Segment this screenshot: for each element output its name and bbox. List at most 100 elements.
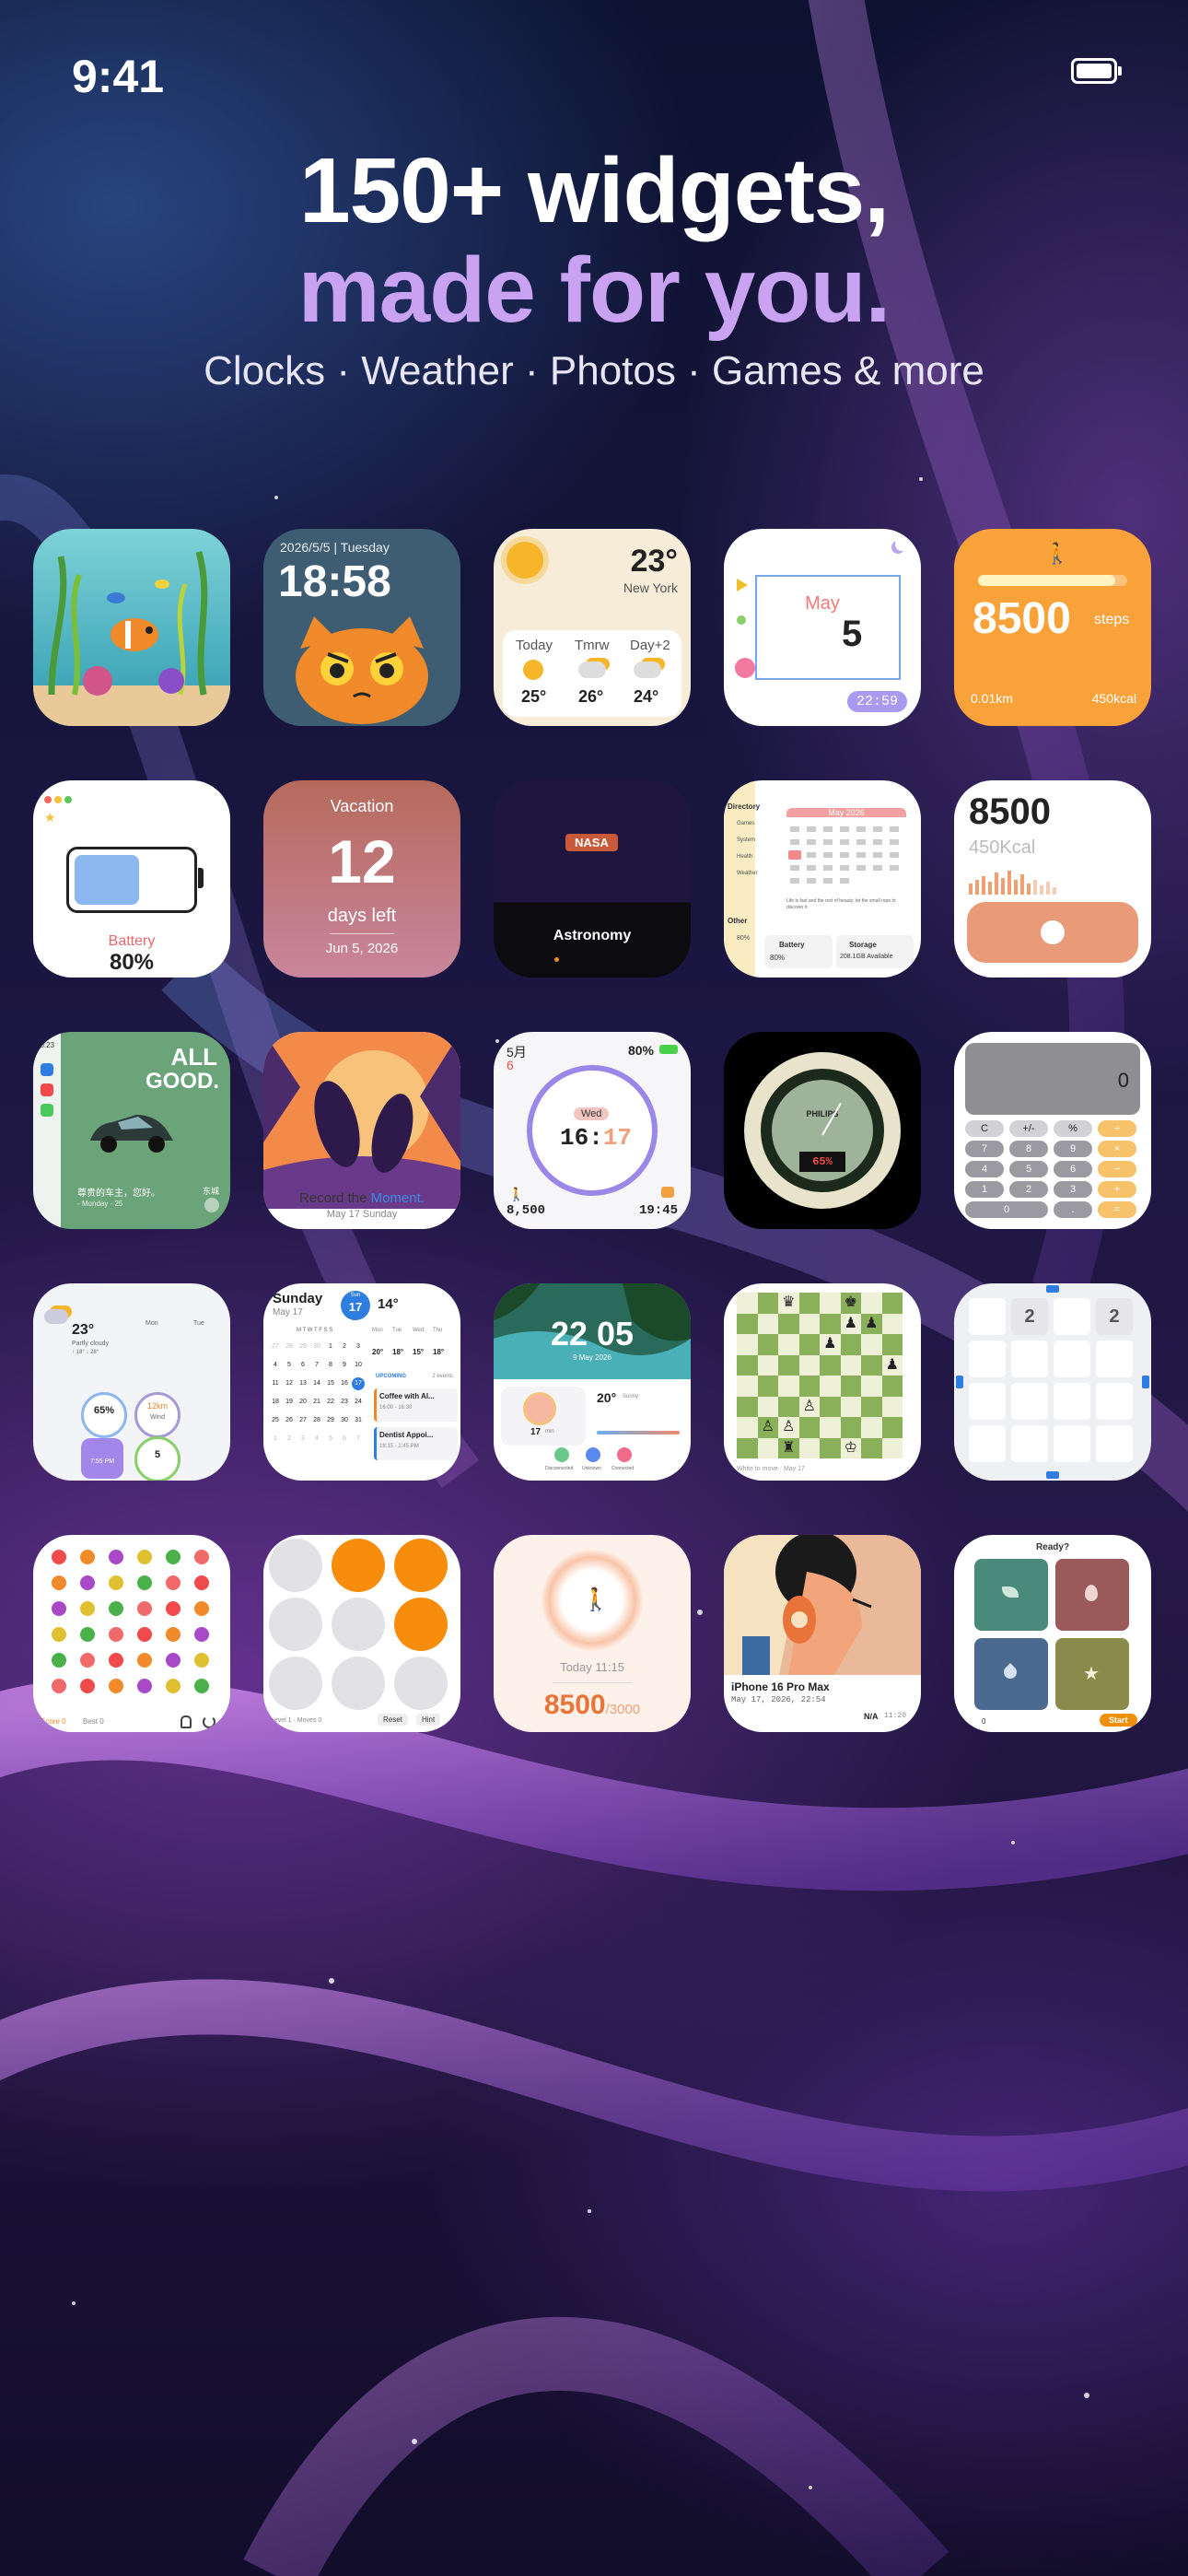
arrow-down-icon[interactable] (1046, 1471, 1059, 1479)
calculator-key[interactable]: 5 (1009, 1161, 1048, 1177)
chess-square[interactable] (861, 1396, 882, 1417)
calendar-day[interactable]: 18 (269, 1396, 282, 1409)
dot-grid[interactable] (269, 1539, 457, 1714)
fruit-icon[interactable] (109, 1627, 123, 1642)
chess-square[interactable] (757, 1313, 778, 1334)
fruit-icon[interactable] (52, 1653, 66, 1668)
widget-cat-clock[interactable]: 2026/5/5 | Tuesday 18:58 (263, 529, 460, 726)
pc-button-3[interactable] (617, 1447, 632, 1462)
chess-square[interactable] (840, 1376, 861, 1397)
fruit-icon[interactable] (80, 1653, 95, 1668)
calculator-key[interactable]: ÷ (1098, 1120, 1136, 1137)
calculator-key[interactable]: 4 (965, 1161, 1004, 1177)
calendar-day[interactable]: 28 (310, 1414, 323, 1427)
calendar-day[interactable]: 1 (324, 1341, 337, 1353)
calculator-key[interactable]: × (1098, 1141, 1136, 1157)
fruit-icon[interactable] (52, 1601, 66, 1616)
chess-square[interactable] (778, 1354, 799, 1376)
widget-sunday-calendar[interactable]: Sunday May 17 Sun 17 14° M T W T F S S 2… (263, 1283, 460, 1481)
memory-start-button[interactable]: Start (1100, 1714, 1137, 1727)
calendar-day[interactable]: 2 (283, 1433, 296, 1446)
chess-square[interactable]: ♛ (778, 1293, 799, 1314)
fruit-icon[interactable] (166, 1627, 181, 1642)
fruit-icon[interactable] (194, 1601, 209, 1616)
chess-square[interactable] (757, 1376, 778, 1397)
fruit-icon[interactable] (137, 1627, 152, 1642)
fruit-icon[interactable] (80, 1627, 95, 1642)
calendar-day[interactable]: 29 (324, 1414, 337, 1427)
calendar-day[interactable]: 13 (297, 1377, 309, 1390)
calendar-day[interactable]: 7 (352, 1433, 365, 1446)
calendar-day[interactable]: 25 (269, 1414, 282, 1427)
widget-ring-clock[interactable]: 5月 6 80% Wed 16:17 🚶 8,500 19:45 (494, 1032, 691, 1229)
chess-square[interactable] (757, 1396, 778, 1417)
widget-2048[interactable]: 22 (954, 1283, 1151, 1481)
chess-square[interactable]: ♟ (861, 1313, 882, 1334)
calendar-day[interactable]: 3 (297, 1433, 309, 1446)
fruit-icon[interactable] (137, 1653, 152, 1668)
calendar-day[interactable]: 28 (283, 1341, 296, 1353)
fitness-start-button[interactable] (967, 902, 1138, 963)
fruit-icon[interactable] (52, 1575, 66, 1590)
calendar-day[interactable]: 23 (338, 1396, 351, 1409)
calendar-day[interactable]: 29 (297, 1341, 309, 1353)
chess-square[interactable] (820, 1293, 841, 1314)
pc-button-2[interactable] (586, 1447, 600, 1462)
chess-square[interactable] (798, 1313, 820, 1334)
fruit-icon[interactable] (109, 1601, 123, 1616)
chess-square[interactable] (881, 1293, 903, 1314)
chess-square[interactable] (798, 1354, 820, 1376)
chess-square[interactable] (778, 1376, 799, 1397)
calendar-day[interactable]: 15 (324, 1377, 337, 1390)
calendar-day[interactable]: 2 (338, 1341, 351, 1353)
fruit-icon[interactable] (137, 1575, 152, 1590)
calendar-day[interactable]: 26 (283, 1414, 296, 1427)
directory-item-weather[interactable]: Weather (737, 871, 758, 876)
chess-square[interactable] (881, 1396, 903, 1417)
calendar-day[interactable]: 27 (269, 1341, 282, 1353)
fruit-icon[interactable] (166, 1575, 181, 1590)
chess-square[interactable] (798, 1437, 820, 1458)
widget-vacation[interactable]: Vacation 12 days left Jun 5, 2026 (263, 780, 460, 978)
calculator-key[interactable]: 6 (1054, 1161, 1092, 1177)
calendar-day[interactable]: 27 (297, 1414, 309, 1427)
calculator-key[interactable]: . (1054, 1201, 1092, 1218)
calculator-key[interactable]: + (1098, 1181, 1136, 1198)
widget-photo-clock[interactable]: 22 05 9 May 2026 17 min 20° Sunny Discon… (494, 1283, 691, 1481)
pc-button-1[interactable] (554, 1447, 569, 1462)
chess-square[interactable] (737, 1334, 758, 1355)
calendar-day[interactable]: 9 (338, 1359, 351, 1372)
calendar-day[interactable]: 1 (269, 1433, 282, 1446)
chess-square[interactable] (798, 1376, 820, 1397)
fruit-icon[interactable] (194, 1679, 209, 1693)
calendar-day[interactable]: 7 (310, 1359, 323, 1372)
grid-dot[interactable] (269, 1539, 322, 1592)
widget-gauge[interactable]: PHILIPS 65% (724, 1032, 921, 1229)
chess-square[interactable] (840, 1417, 861, 1438)
chess-square[interactable]: ♚ (840, 1293, 861, 1314)
directory-item-games[interactable]: Games (737, 821, 754, 826)
calculator-key[interactable]: 1 (965, 1181, 1004, 1198)
grid-dot[interactable] (332, 1539, 385, 1592)
calculator-key[interactable]: 9 (1054, 1141, 1092, 1157)
chess-square[interactable] (861, 1417, 882, 1438)
chess-square[interactable] (737, 1417, 758, 1438)
fruit-icon[interactable] (109, 1653, 123, 1668)
grid-dot[interactable] (269, 1598, 322, 1651)
calendar-day[interactable]: 24 (352, 1396, 365, 1409)
hint-button[interactable]: Hint (416, 1714, 441, 1726)
chess-square[interactable] (840, 1396, 861, 1417)
calendar-day[interactable]: 6 (338, 1433, 351, 1446)
calculator-key[interactable]: − (1098, 1161, 1136, 1177)
chess-square[interactable] (737, 1437, 758, 1458)
fruit-icon[interactable] (166, 1550, 181, 1564)
widget-memory[interactable]: Ready? ★ 0 Start (954, 1535, 1151, 1732)
chess-square[interactable] (881, 1313, 903, 1334)
calendar-day[interactable]: 12 (283, 1377, 296, 1390)
calendar-day[interactable]: 8 (324, 1359, 337, 1372)
arrow-left-icon[interactable] (956, 1376, 963, 1388)
calculator-key[interactable]: 2 (1009, 1181, 1048, 1198)
fruit-icon[interactable] (109, 1679, 123, 1693)
grid-dot[interactable] (394, 1598, 448, 1651)
refresh-icon[interactable] (203, 1715, 215, 1728)
